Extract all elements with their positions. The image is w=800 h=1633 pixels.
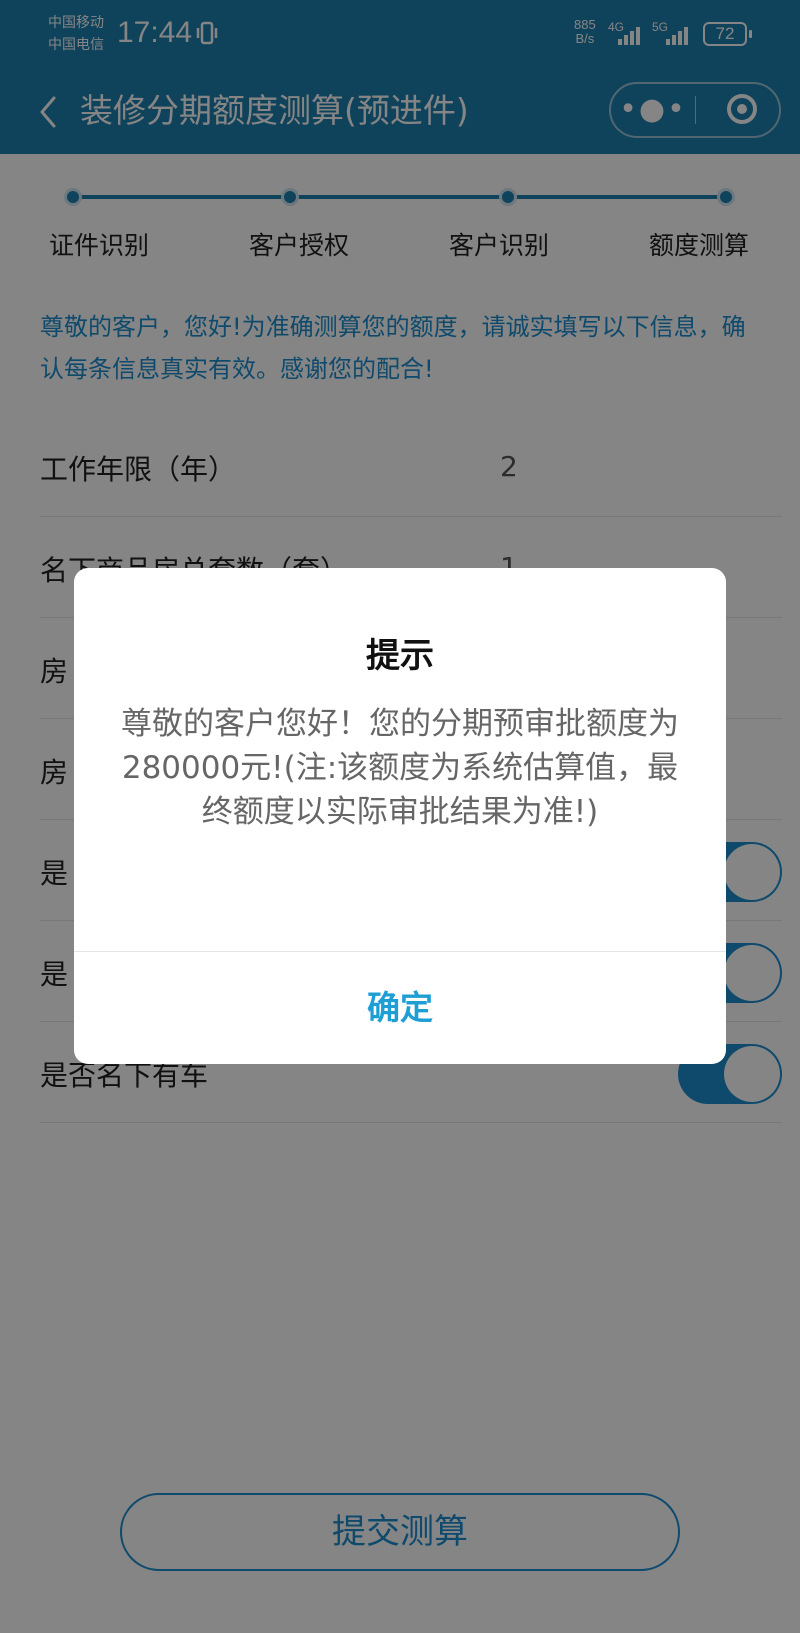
confirm-button[interactable]: 确定 <box>74 952 726 1064</box>
modal-overlay-top <box>0 0 800 154</box>
dialog-message: 尊敬的客户您好！您的分期预审批额度为280000元!(注:该额度为系统估算值，最… <box>121 706 679 830</box>
dialog-title: 提示 <box>366 636 434 676</box>
alert-dialog: 提示 尊敬的客户您好！您的分期预审批额度为280000元!(注:该额度为系统估算… <box>74 568 726 1064</box>
